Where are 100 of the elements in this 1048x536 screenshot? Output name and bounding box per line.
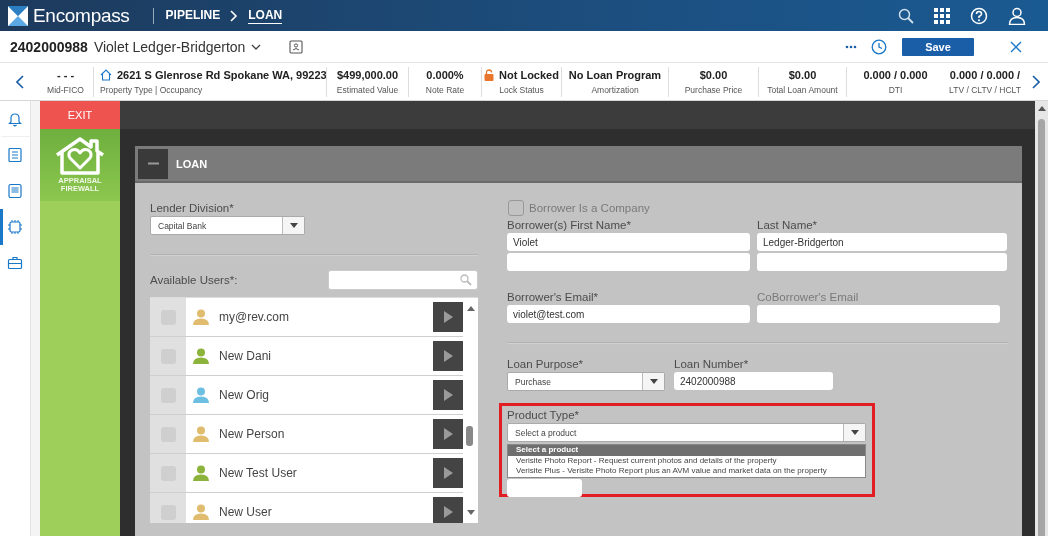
add-user-button[interactable]	[433, 419, 463, 449]
add-user-button[interactable]	[433, 380, 463, 410]
add-user-button[interactable]	[433, 458, 463, 488]
info-value: No Loan Program	[568, 68, 662, 81]
house-heart-icon	[53, 136, 107, 176]
user-name: New Dani	[219, 349, 273, 363]
brand-name: Encompass	[33, 4, 130, 27]
info-label: Estimated Value	[336, 84, 399, 95]
user-icon[interactable]	[1008, 6, 1026, 25]
panel-title: LOAN	[176, 157, 208, 170]
info-value: Not Locked	[499, 68, 559, 81]
input-field[interactable]: violet@test.com	[507, 305, 750, 323]
field-label: Last Name*	[757, 219, 819, 231]
field-label: Lender Division*	[150, 202, 235, 214]
loan-number: 2402000988	[10, 38, 88, 55]
dropdown-option[interactable]: Verisite Photo Report - Request current photos and details of the property	[508, 455, 865, 466]
info-label: LTV / CLTV / HCLT	[949, 84, 1021, 95]
info-value: $0.00	[699, 68, 728, 81]
input-field[interactable]: 2402000988	[674, 372, 833, 390]
search-icon[interactable]	[898, 7, 914, 24]
add-user-button[interactable]	[433, 497, 463, 523]
input-field[interactable]	[507, 479, 582, 497]
scrollbar[interactable]	[1035, 101, 1048, 536]
info-value: 0.000%	[426, 68, 464, 81]
padlock-icon	[484, 68, 495, 81]
user-name: New Person	[219, 427, 286, 441]
field-label: Product Type*	[507, 409, 581, 421]
play-icon	[443, 389, 453, 401]
apps-grid-icon[interactable]	[934, 7, 950, 24]
document-icon	[7, 183, 23, 199]
field-label: CoBorrower's Email	[757, 291, 860, 303]
info-label: Note Rate	[425, 84, 465, 95]
user-name: New User	[219, 505, 273, 519]
info-label: Property Type | Occupancy	[100, 84, 203, 95]
info-value: $0.00	[788, 68, 817, 81]
help-icon[interactable]	[970, 6, 988, 25]
search-field[interactable]	[328, 270, 478, 290]
borrower-name[interactable]: Violet Ledger-Bridgerton	[93, 38, 246, 55]
field-label: Borrower(s) First Name*	[507, 219, 632, 231]
input-field[interactable]: Ledger-Bridgerton	[757, 233, 1007, 251]
info-value: 0.000 / 0.000 /	[949, 68, 1021, 81]
more-icon[interactable]	[845, 44, 857, 49]
caret-down-icon	[649, 379, 658, 384]
breadcrumb-link[interactable]: PIPELINE	[165, 8, 221, 23]
collapse-button[interactable]	[138, 148, 168, 179]
info-label: Total Loan Amount	[767, 84, 838, 95]
field-label: Available Users*:	[150, 274, 238, 286]
play-icon	[443, 506, 453, 518]
chip-icon	[7, 219, 23, 235]
user-name: my@rev.com	[219, 310, 290, 324]
logo-icon	[8, 5, 28, 26]
input-field[interactable]	[757, 253, 1007, 271]
chevron-down-icon[interactable]	[251, 43, 262, 50]
dropdown-option[interactable]: Verisite Plus - Verisite Photo Report plus an AVM value and market data on the property	[508, 466, 865, 477]
caret-up-icon	[1038, 106, 1046, 111]
play-icon	[443, 350, 453, 362]
caret-down-icon	[289, 223, 298, 228]
contact-card-icon[interactable]	[289, 39, 304, 54]
bell-icon	[7, 110, 23, 127]
input-field[interactable]: Violet	[507, 233, 750, 251]
list-icon	[7, 147, 23, 163]
chevron-left-icon[interactable]	[16, 74, 24, 89]
save-button[interactable]: Save	[902, 37, 974, 56]
caret-up-icon	[467, 306, 475, 311]
chevron-right-icon[interactable]	[1032, 74, 1040, 89]
dropdown[interactable]: Capital Bank	[150, 216, 305, 235]
caret-down-icon	[467, 510, 475, 515]
input-field[interactable]	[507, 253, 750, 271]
breadcrumb-link[interactable]: LOAN	[248, 7, 283, 24]
field-label: Loan Number*	[674, 358, 750, 370]
caret-down-icon	[850, 430, 859, 435]
add-user-button[interactable]	[433, 302, 463, 332]
info-label: Amortization	[591, 84, 639, 95]
info-label: DTI	[888, 84, 903, 95]
clock-icon[interactable]	[871, 38, 887, 55]
info-label: Lock Status	[499, 84, 544, 95]
search-icon	[460, 274, 472, 286]
close-icon[interactable]	[1010, 40, 1022, 53]
dropdown-option[interactable]: Select a product	[508, 445, 865, 456]
user-name: New Test User	[219, 466, 298, 480]
user-name: New Orig	[219, 388, 270, 402]
dropdown[interactable]: Purchase	[507, 372, 665, 391]
scrollbar-thumb[interactable]	[466, 426, 473, 446]
info-label: Purchase Price	[684, 84, 743, 95]
chevron-right-icon	[230, 9, 239, 22]
info-value: 2621 S Glenrose Rd Spokane WA, 99223	[117, 68, 326, 81]
info-label: Mid-FICO	[47, 84, 84, 95]
house-icon	[100, 68, 112, 81]
dropdown[interactable]: Select a product	[507, 423, 866, 442]
checkbox-label: Borrower Is a Company	[529, 202, 650, 214]
info-value: $499,000.00	[336, 68, 399, 81]
info-value: - - -	[56, 68, 75, 81]
play-icon	[443, 467, 453, 479]
add-user-button[interactable]	[433, 341, 463, 371]
field-label: Loan Purpose*	[507, 358, 585, 370]
info-value: 0.000 / 0.000	[863, 68, 928, 81]
play-icon	[443, 311, 453, 323]
field-label: Borrower's Email*	[507, 291, 600, 303]
scrollbar-thumb[interactable]	[1038, 119, 1045, 536]
play-icon	[443, 428, 453, 440]
